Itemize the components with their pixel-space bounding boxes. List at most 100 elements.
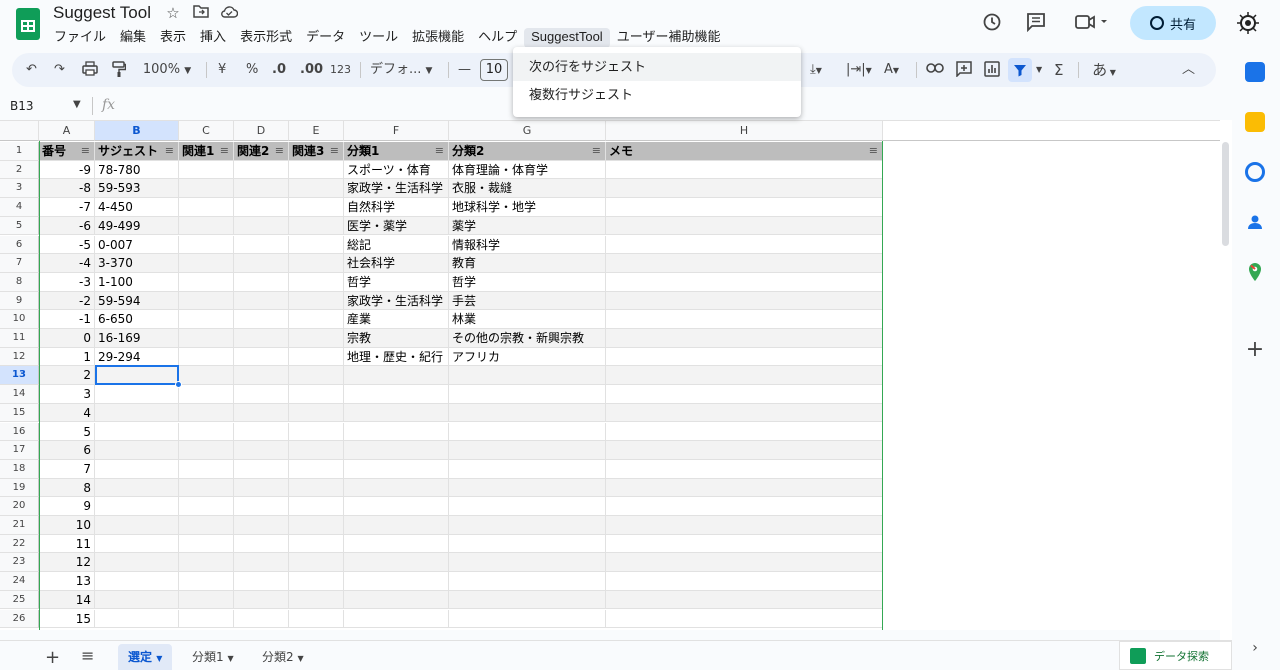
grid-cell[interactable] — [179, 160, 234, 180]
grid-cell[interactable]: 宗教 — [344, 329, 449, 348]
row-header[interactable]: 26 — [0, 609, 39, 629]
grid-cell[interactable] — [289, 310, 344, 329]
column-filter-icon[interactable]: ≡ — [275, 142, 284, 160]
row-header[interactable]: 9 — [0, 291, 39, 311]
sheet-tab-category2[interactable]: 分類2 ▼ — [252, 644, 314, 670]
row-header[interactable]: 12 — [0, 347, 39, 367]
grid-cell[interactable]: 16-169 — [95, 329, 179, 348]
grid-cell[interactable] — [234, 347, 289, 367]
history-icon[interactable] — [981, 12, 1003, 34]
calendar-icon[interactable] — [1245, 62, 1265, 82]
grid-cell[interactable] — [344, 422, 449, 442]
grid-cell[interactable]: 5 — [39, 422, 95, 442]
functions-icon[interactable]: Σ — [1054, 61, 1063, 79]
keep-icon[interactable] — [1245, 112, 1265, 132]
spreadsheet-grid[interactable]: A B C D E F G H 1 番号 ≡ サジェスト ≡ 関連1 ≡ 関連2 ≡ 関連3 ≡ 分類1 ≡ 分類2 ≡ メモ… — [0, 120, 1220, 630]
menu-extensions[interactable]: 拡張機能 — [405, 28, 471, 48]
grid-cell[interactable] — [606, 198, 883, 217]
grid-cell[interactable]: -9 — [39, 160, 95, 180]
header-cell[interactable]: 分類2 ≡ — [449, 142, 606, 161]
menu-data[interactable]: データ — [299, 28, 352, 48]
grid-cell[interactable]: 12 — [39, 553, 95, 573]
grid-cell[interactable] — [344, 553, 449, 573]
grid-cell[interactable] — [344, 478, 449, 498]
grid-cell[interactable]: 3 — [39, 385, 95, 404]
row-header[interactable]: 19 — [0, 478, 39, 498]
grid-cell[interactable] — [234, 459, 289, 479]
percent-format-button[interactable]: % — [246, 61, 258, 79]
grid-cell[interactable] — [289, 534, 344, 554]
grid-cell[interactable] — [449, 478, 606, 498]
grid-cell[interactable] — [449, 590, 606, 610]
grid-cell[interactable] — [234, 441, 289, 460]
grid-cell[interactable] — [449, 553, 606, 573]
grid-cell[interactable] — [449, 572, 606, 591]
grid-cell[interactable] — [179, 198, 234, 217]
font-select[interactable]: デフォ... ▼ — [370, 61, 440, 80]
grid-cell[interactable]: 0 — [39, 329, 95, 348]
grid-cell[interactable] — [179, 385, 234, 404]
grid-cell[interactable] — [234, 497, 289, 516]
tasks-icon[interactable] — [1245, 162, 1265, 182]
grid-cell[interactable] — [449, 609, 606, 629]
video-call-icon[interactable] — [1074, 12, 1110, 34]
grid-cell[interactable] — [289, 422, 344, 442]
grid-cell[interactable] — [344, 534, 449, 554]
insert-link-icon[interactable] — [926, 61, 944, 79]
grid-cell[interactable] — [289, 291, 344, 311]
sheet-tab-selected[interactable]: 選定 ▼ — [118, 644, 173, 670]
column-header-h[interactable]: H — [606, 121, 883, 141]
header-cell[interactable]: 関連1 ≡ — [179, 142, 234, 161]
header-cell[interactable]: 関連3 ≡ — [289, 142, 344, 161]
grid-cell[interactable]: 総記 — [344, 235, 449, 255]
grid-cell[interactable] — [449, 422, 606, 442]
grid-cell[interactable] — [179, 403, 234, 423]
grid-cell[interactable] — [95, 385, 179, 404]
grid-cell[interactable] — [289, 347, 344, 367]
grid-cell[interactable] — [95, 478, 179, 498]
row-header[interactable]: 13 — [0, 366, 39, 386]
grid-cell[interactable] — [606, 291, 883, 311]
grid-cell[interactable] — [449, 403, 606, 423]
text-rotate-icon[interactable]: A▼ — [884, 61, 899, 80]
grid-cell[interactable]: -4 — [39, 254, 95, 273]
grid-cell[interactable] — [234, 179, 289, 199]
grid-cell[interactable] — [234, 609, 289, 629]
column-filter-icon[interactable]: ≡ — [869, 142, 878, 160]
grid-cell[interactable] — [606, 385, 883, 404]
grid-cell[interactable]: 社会科学 — [344, 254, 449, 273]
grid-cell[interactable] — [234, 366, 289, 386]
row-header[interactable]: 10 — [0, 310, 39, 329]
grid-cell[interactable] — [289, 235, 344, 255]
undo-icon[interactable]: ↶ — [26, 61, 37, 79]
grid-cell[interactable] — [95, 572, 179, 591]
grid-cell[interactable] — [606, 254, 883, 273]
grid-cell[interactable] — [289, 553, 344, 573]
grid-cell[interactable]: -5 — [39, 235, 95, 255]
add-addon-icon[interactable]: + — [1245, 339, 1265, 361]
menu-view[interactable]: 表示 — [153, 28, 193, 48]
grid-cell[interactable] — [344, 403, 449, 423]
row-header[interactable]: 1 — [0, 142, 39, 161]
row-header[interactable]: 20 — [0, 497, 39, 516]
grid-cell[interactable]: 2 — [39, 366, 95, 386]
grid-cell[interactable]: 4-450 — [95, 198, 179, 217]
grid-cell[interactable] — [234, 553, 289, 573]
grid-cell[interactable] — [179, 553, 234, 573]
grid-cell[interactable] — [179, 272, 234, 292]
grid-cell[interactable] — [344, 441, 449, 460]
grid-cell[interactable] — [234, 198, 289, 217]
grid-cell[interactable] — [234, 403, 289, 423]
grid-cell[interactable]: 15 — [39, 609, 95, 629]
grid-cell[interactable] — [234, 572, 289, 591]
grid-cell[interactable]: スポーツ・体育 — [344, 160, 449, 180]
column-filter-icon[interactable]: ≡ — [592, 142, 601, 160]
document-title[interactable]: Suggest Tool — [53, 3, 151, 23]
grid-cell[interactable] — [289, 609, 344, 629]
grid-cell[interactable] — [179, 310, 234, 329]
grid-cell[interactable]: 地球科学・地学 — [449, 198, 606, 217]
star-icon[interactable]: ☆ — [163, 4, 183, 22]
row-header[interactable]: 25 — [0, 590, 39, 610]
grid-cell[interactable] — [95, 497, 179, 516]
grid-cell[interactable] — [179, 534, 234, 554]
